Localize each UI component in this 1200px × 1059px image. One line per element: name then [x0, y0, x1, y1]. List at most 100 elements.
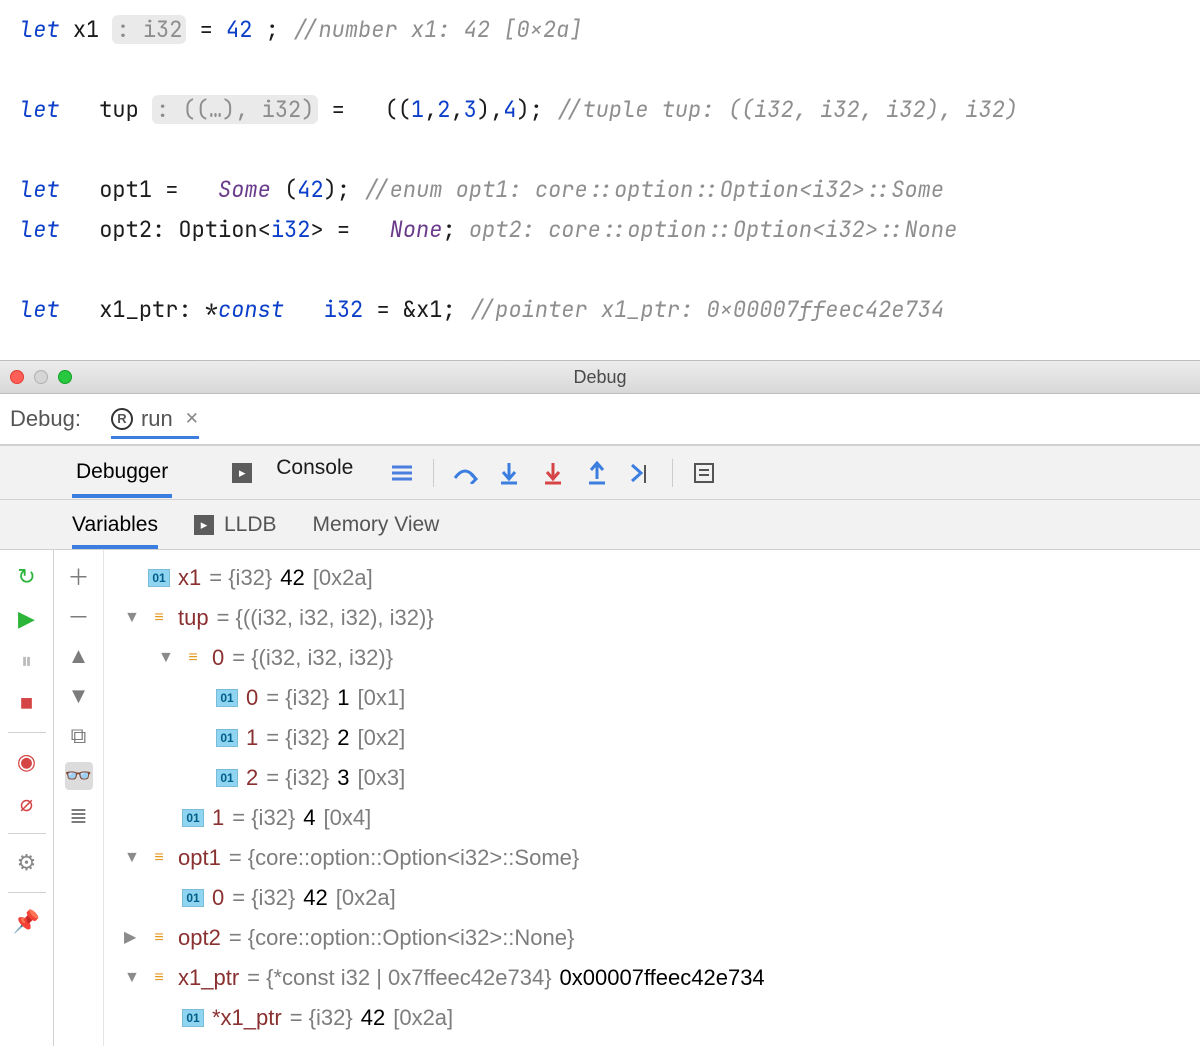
- collapse-icon[interactable]: [124, 958, 140, 998]
- tab-memory-view[interactable]: Memory View: [313, 513, 440, 537]
- variable-row[interactable]: 01 0 = {i32} 1 [0x1]: [124, 678, 765, 718]
- variable-type: = {i32}: [266, 718, 329, 758]
- primitive-type-icon: 01: [216, 689, 238, 707]
- variable-type: = {i32}: [232, 798, 295, 838]
- primitive-type-icon: 01: [182, 889, 204, 907]
- run-configuration-tab[interactable]: R run ✕: [111, 406, 199, 439]
- code-line: let opt2: Option<i32> = None; opt2: core…: [20, 210, 1180, 250]
- collapse-icon[interactable]: [124, 598, 140, 638]
- debug-left-gutter: ↻ ▶ ⏸ ■ ◉ ⌀ ⚙ 📌: [0, 550, 54, 1046]
- variable-row[interactable]: 01 *x1_ptr = {i32} 42 [0x2a]: [124, 998, 765, 1038]
- variable-value: 3: [337, 758, 349, 798]
- variable-name: opt1: [178, 838, 221, 878]
- variable-type: = {core::option::Option<i32>::Some}: [229, 838, 579, 878]
- move-up-icon[interactable]: ▲: [65, 642, 93, 670]
- evaluate-expression-icon[interactable]: [691, 460, 717, 486]
- collapse-icon[interactable]: [158, 638, 174, 678]
- variable-hex: [0x4]: [324, 798, 372, 838]
- debug-sub-toolbar: Variables ▸ LLDB Memory View: [0, 500, 1200, 550]
- code-line: let x1_ptr: *const i32 = &x1; //pointer …: [20, 290, 1180, 330]
- variable-name: tup: [178, 598, 209, 638]
- variable-type: = {i32}: [290, 998, 353, 1038]
- resume-icon[interactable]: ▶: [14, 606, 40, 632]
- object-type-icon: [148, 929, 170, 947]
- force-step-into-icon[interactable]: [540, 460, 566, 486]
- object-type-icon: [148, 609, 170, 627]
- view-breakpoints-icon[interactable]: ◉: [14, 749, 40, 775]
- variable-row[interactable]: 01 1 = {i32} 2 [0x2]: [124, 718, 765, 758]
- rust-icon: R: [111, 408, 133, 430]
- primitive-type-icon: 01: [182, 809, 204, 827]
- mute-breakpoints-icon[interactable]: ⌀: [14, 791, 40, 817]
- variable-value: 4: [303, 798, 315, 838]
- debug-label: Debug:: [10, 406, 81, 432]
- variable-row[interactable]: 01 x1 = {i32} 42 [0x2a]: [124, 558, 765, 598]
- variable-row[interactable]: 01 1 = {i32} 4 [0x4]: [124, 798, 765, 838]
- rerun-icon[interactable]: ↻: [14, 564, 40, 590]
- variable-hex: [0x2a]: [313, 558, 373, 598]
- run-to-cursor-icon[interactable]: [628, 460, 654, 486]
- copy-icon[interactable]: ⧉: [65, 722, 93, 750]
- variables-tree[interactable]: 01 x1 = {i32} 42 [0x2a] tup = {((i32, i3…: [104, 550, 785, 1046]
- variable-type: = {core::option::Option<i32>::None}: [229, 918, 575, 958]
- variable-name: 1: [246, 718, 258, 758]
- variable-name: 0: [212, 878, 224, 918]
- variable-row[interactable]: tup = {((i32, i32, i32), i32)}: [124, 598, 765, 638]
- variable-type: = {i32}: [209, 558, 272, 598]
- variable-name: opt2: [178, 918, 221, 958]
- variable-name: 2: [246, 758, 258, 798]
- move-down-icon[interactable]: ▼: [65, 682, 93, 710]
- console-icon: ▸: [232, 463, 252, 483]
- remove-watch-icon[interactable]: －: [65, 602, 93, 630]
- variable-type: = {(i32, i32, i32)}: [232, 638, 393, 678]
- debug-panel-toolbar: Debugger ▸ Console: [0, 446, 1200, 500]
- stop-icon[interactable]: ■: [14, 690, 40, 716]
- variable-value: 42: [361, 998, 385, 1038]
- lldb-icon: ▸: [194, 515, 214, 535]
- pin-icon[interactable]: 📌: [14, 909, 40, 935]
- variable-row[interactable]: 01 2 = {i32} 3 [0x3]: [124, 758, 765, 798]
- object-type-icon: [148, 849, 170, 867]
- primitive-type-icon: 01: [216, 729, 238, 747]
- primitive-type-icon: 01: [148, 569, 170, 587]
- variable-hex: [0x3]: [358, 758, 406, 798]
- settings-icon[interactable]: ⚙: [14, 850, 40, 876]
- variable-row[interactable]: opt1 = {core::option::Option<i32>::Some}: [124, 838, 765, 878]
- variable-name: x1_ptr: [178, 958, 239, 998]
- variable-type: = {*const i32 | 0x7ffeec42e734}: [247, 958, 551, 998]
- variable-value: 42: [280, 558, 304, 598]
- variable-value: 1: [337, 678, 349, 718]
- code-editor[interactable]: let x1 : i32 = 42 ; //number x1: 42 [0x2…: [0, 0, 1200, 360]
- tab-debugger[interactable]: Debugger: [72, 460, 172, 498]
- window-title: Debug: [0, 367, 1200, 388]
- variable-row[interactable]: x1_ptr = {*const i32 | 0x7ffeec42e734} 0…: [124, 958, 765, 998]
- variable-row[interactable]: 01 0 = {i32} 42 [0x2a]: [124, 878, 765, 918]
- variable-hex: [0x2a]: [393, 998, 453, 1038]
- pause-icon[interactable]: ⏸: [14, 648, 40, 674]
- tab-lldb[interactable]: LLDB: [224, 513, 277, 537]
- step-out-icon[interactable]: [584, 460, 610, 486]
- variable-type: = {i32}: [266, 678, 329, 718]
- step-over-icon[interactable]: [452, 460, 478, 486]
- code-line: let tup : ((…), i32) = ((1,2,3),4); //tu…: [20, 90, 1180, 130]
- primitive-type-icon: 01: [182, 1009, 204, 1027]
- variable-name: 0: [246, 678, 258, 718]
- variable-value: 2: [337, 718, 349, 758]
- tab-console[interactable]: Console: [272, 456, 357, 490]
- debug-body: ↻ ▶ ⏸ ■ ◉ ⌀ ⚙ 📌 ＋ － ▲ ▼ ⧉ 👓 ≣ 01 x1 = {i…: [0, 550, 1200, 1046]
- tab-variables[interactable]: Variables: [72, 513, 158, 549]
- variable-name: 1: [212, 798, 224, 838]
- variable-hex: [0x1]: [358, 678, 406, 718]
- variable-row[interactable]: opt2 = {core::option::Option<i32>::None}: [124, 918, 765, 958]
- watches-view-icon[interactable]: 👓: [65, 762, 93, 790]
- collapse-icon[interactable]: [124, 838, 140, 878]
- close-tab-icon[interactable]: ✕: [185, 409, 199, 429]
- variable-row[interactable]: 0 = {(i32, i32, i32)}: [124, 638, 765, 678]
- variable-type: = {i32}: [266, 758, 329, 798]
- layout-icon[interactable]: ≣: [65, 802, 93, 830]
- debug-header: Debug: R run ✕: [0, 394, 1200, 446]
- step-into-icon[interactable]: [496, 460, 522, 486]
- threads-icon[interactable]: [389, 460, 415, 486]
- add-watch-icon[interactable]: ＋: [65, 562, 93, 590]
- expand-icon[interactable]: [124, 918, 140, 958]
